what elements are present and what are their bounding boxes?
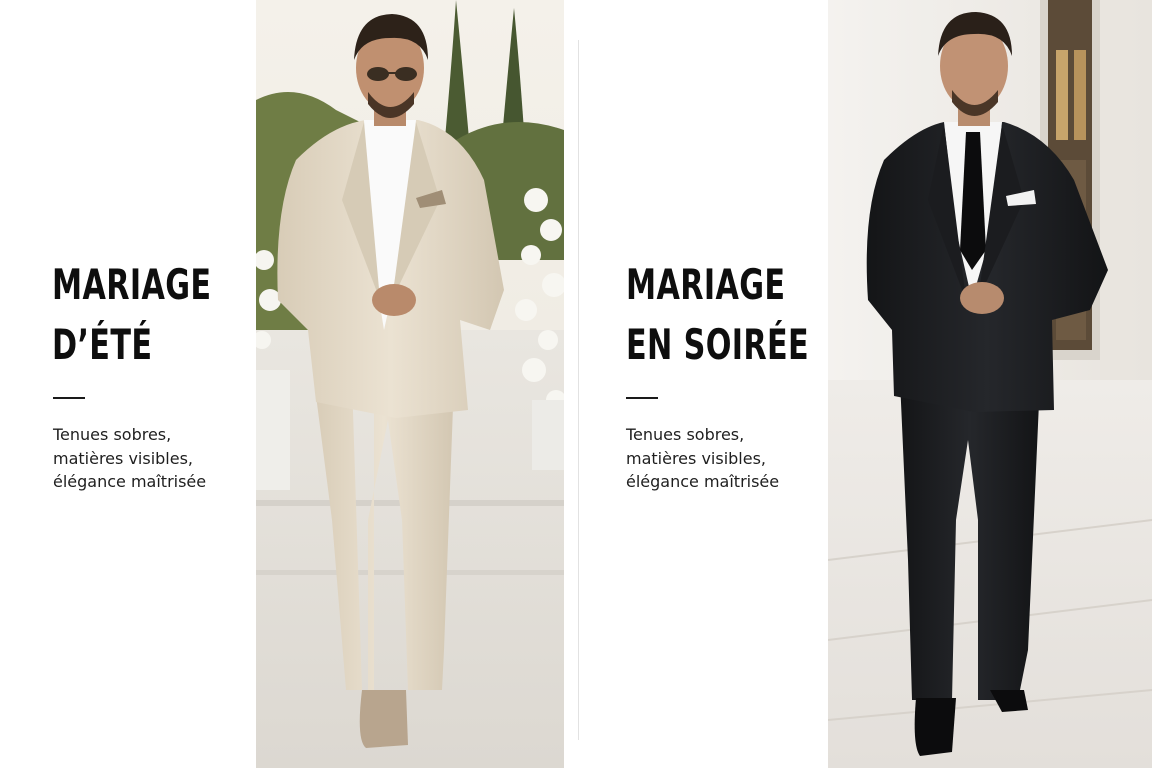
summer-wedding-title-line-1: MARIAGE: [52, 260, 212, 309]
summer-wedding-outfit-photo-icon: [256, 0, 564, 768]
evening-wedding-title-line-1: MARIAGE: [626, 260, 786, 309]
evening-wedding-title: MARIAGE EN SOIRÉE: [626, 255, 809, 375]
summer-wedding-title-line-2: D’ÉTÉ: [52, 320, 153, 369]
summer-wedding-text-panel: MARIAGE D’ÉTÉ Tenues sobres, matières vi…: [0, 0, 256, 768]
summer-title-underline: [53, 397, 85, 399]
summer-wedding-subtitle: Tenues sobres, matières visibles, élégan…: [53, 425, 207, 491]
evening-wedding-photo: [828, 0, 1152, 768]
panel-divider: [578, 40, 579, 740]
summer-wedding-title: MARIAGE D’ÉTÉ: [52, 255, 211, 375]
evening-wedding-outfit-photo-icon: [828, 0, 1152, 768]
evening-wedding-title-line-2: EN SOIRÉE: [626, 320, 810, 369]
evening-wedding-subtitle: Tenues sobres, matières visibles, élégan…: [626, 425, 780, 491]
summer-wedding-photo: [256, 0, 564, 768]
evening-wedding-text-panel: MARIAGE EN SOIRÉE Tenues sobres, matière…: [564, 0, 828, 768]
evening-title-underline: [626, 397, 658, 399]
